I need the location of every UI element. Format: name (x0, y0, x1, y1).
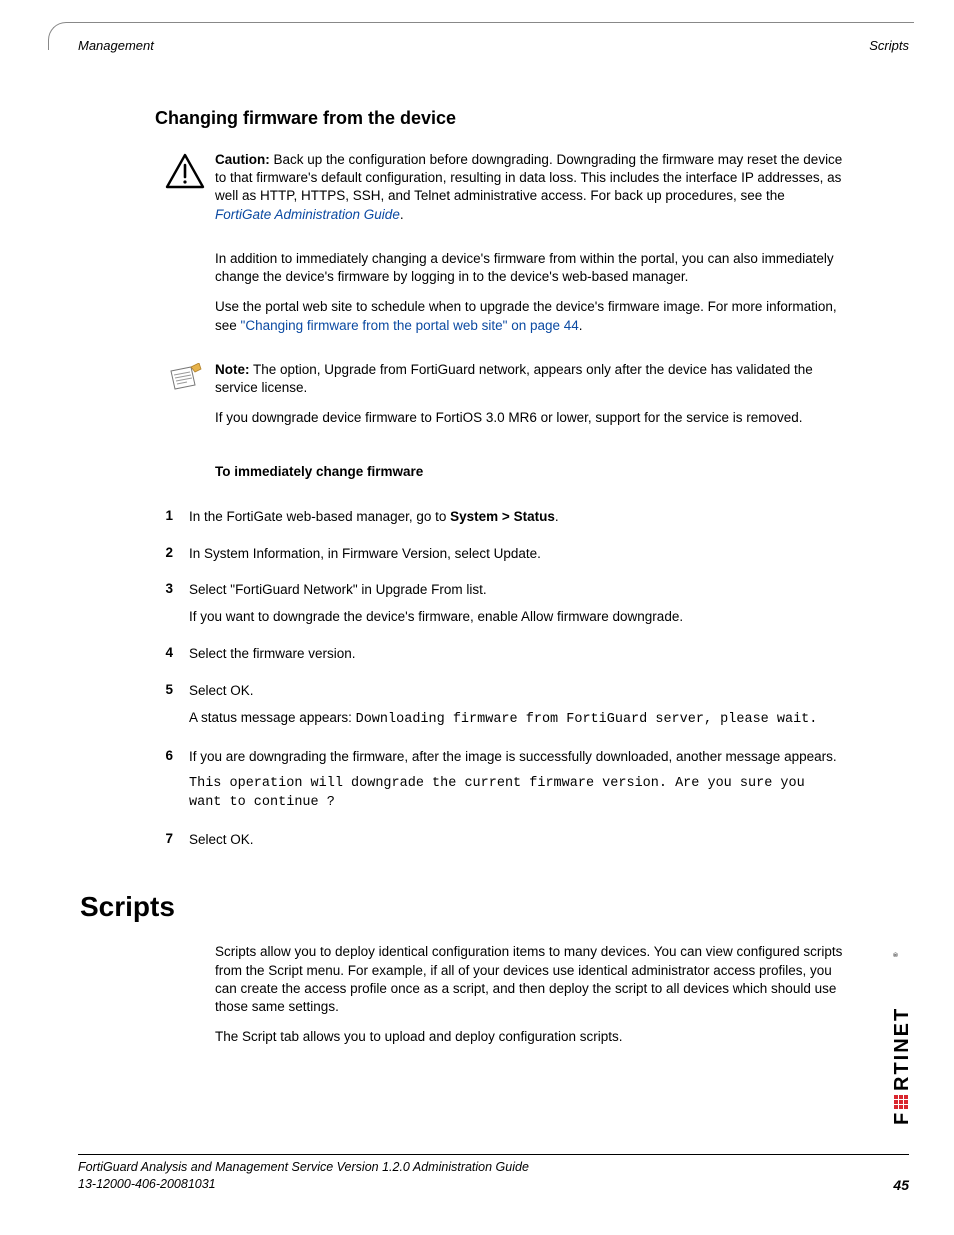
procedure-block: To immediately change firmware (155, 453, 844, 493)
svg-text:F: F (891, 1111, 913, 1125)
running-header-left: Management (78, 38, 154, 53)
caution-link[interactable]: FortiGate Administration Guide (215, 207, 400, 222)
code-block: This operation will downgrade the curren… (189, 775, 844, 813)
scripts-intro: Scripts allow you to deploy identical co… (155, 943, 844, 1058)
paragraph: The Script tab allows you to upload and … (215, 1028, 844, 1046)
procedure-heading: To immediately change firmware (215, 463, 844, 481)
caution-text: Caution: Back up the configuration befor… (215, 151, 844, 236)
step-7: 7 Select OK. (155, 831, 844, 858)
footer-text: FortiGuard Analysis and Management Servi… (78, 1159, 909, 1193)
note-body: The option, Upgrade from FortiGuard netw… (215, 362, 813, 395)
note-paragraph: If you downgrade device firmware to Fort… (215, 409, 844, 427)
footer-rule (78, 1154, 909, 1155)
footer: FortiGuard Analysis and Management Servi… (78, 1154, 909, 1193)
paragraph: In addition to immediately changing a de… (215, 250, 844, 286)
page: Management Scripts Changing firmware fro… (0, 0, 954, 1235)
caution-icon (155, 151, 215, 236)
page-number: 45 (893, 1177, 909, 1193)
code-inline: Downloading firmware from FortiGuard ser… (356, 712, 818, 727)
step-4: 4 Select the firmware version. (155, 645, 844, 672)
running-header-right: Scripts (869, 38, 909, 53)
xref-link[interactable]: "Changing firmware from the portal web s… (241, 318, 579, 333)
h1-scripts: Scripts (80, 891, 844, 923)
note-block: Note: The option, Upgrade from FortiGuar… (155, 361, 844, 440)
note-icon (155, 361, 215, 440)
note-text: Note: The option, Upgrade from FortiGuar… (215, 361, 844, 440)
step-5: 5 Select OK. A status message appears: D… (155, 682, 844, 738)
content-area: Changing firmware from the device Cautio… (155, 108, 844, 1073)
ui-path: System > Status (450, 509, 555, 524)
svg-text:®: ® (893, 952, 900, 957)
paragraph: Use the portal web site to schedule when… (215, 298, 844, 334)
caution-label: Caution: (215, 152, 270, 167)
step-1: 1 In the FortiGate web-based manager, go… (155, 508, 844, 535)
step-3: 3 Select "FortiGuard Network" in Upgrade… (155, 581, 844, 635)
fortinet-logo: F RTINET ® (889, 935, 913, 1135)
caution-body: Back up the configuration before downgra… (215, 152, 842, 203)
caution-tail: . (400, 207, 404, 222)
caution-block: Caution: Back up the configuration befor… (155, 151, 844, 236)
step-2: 2 In System Information, in Firmware Ver… (155, 545, 844, 572)
svg-text:RTINET: RTINET (891, 1007, 913, 1091)
step-6: 6 If you are downgrading the firmware, a… (155, 748, 844, 821)
note-label: Note: (215, 362, 250, 377)
section-heading: Changing firmware from the device (155, 108, 844, 129)
page-corner (48, 22, 76, 50)
header-rule (76, 22, 914, 23)
steps-list: 1 In the FortiGate web-based manager, go… (155, 508, 844, 858)
paragraph: Scripts allow you to deploy identical co… (215, 943, 844, 1016)
para-block-1: In addition to immediately changing a de… (155, 250, 844, 347)
